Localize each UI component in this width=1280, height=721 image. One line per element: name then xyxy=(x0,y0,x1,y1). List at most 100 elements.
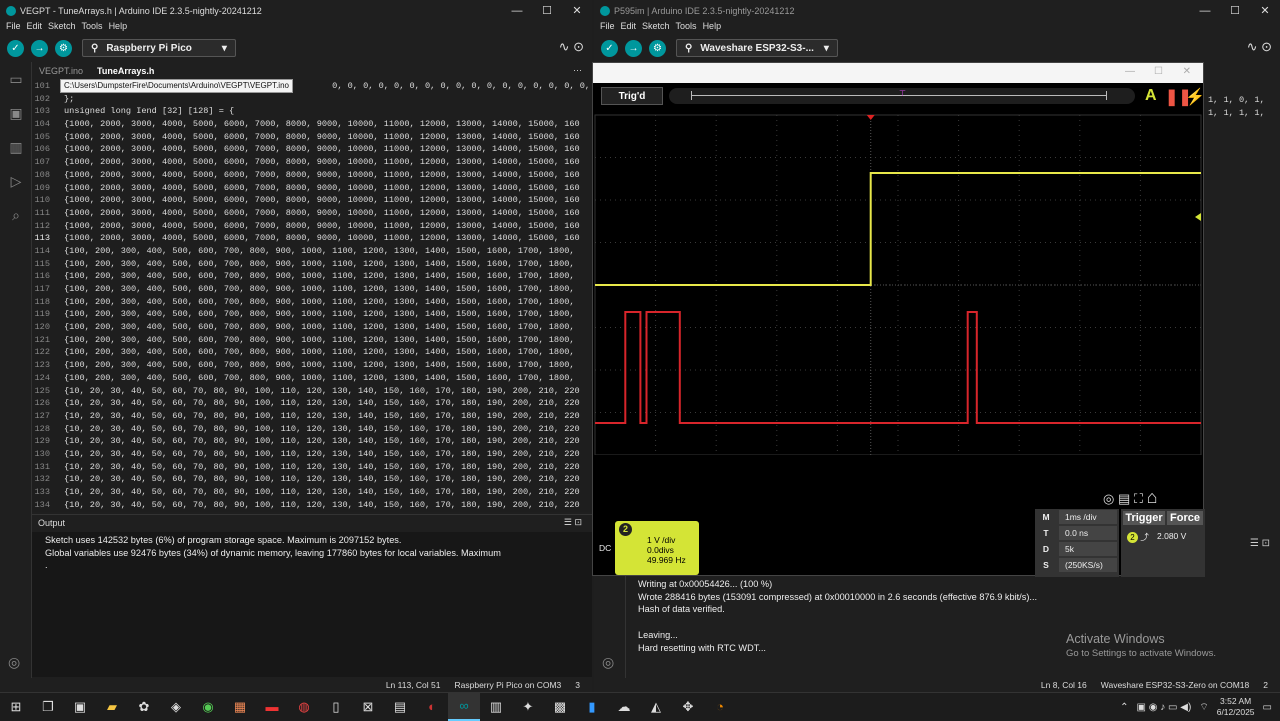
code-line[interactable]: 111 {1000, 2000, 3000, 4000, 5000, 6000, … xyxy=(32,207,592,220)
minimize-icon[interactable]: — xyxy=(1125,66,1135,77)
menu-edit[interactable]: Edit xyxy=(21,21,43,34)
app-icon[interactable]: ▣ xyxy=(64,693,96,721)
serial-plotter-icon[interactable]: ∿ ⊙ xyxy=(1247,39,1272,55)
cursor-position[interactable]: Ln 8, Col 16 xyxy=(1041,680,1087,690)
library-manager-icon[interactable]: ▥ xyxy=(0,130,32,164)
code-line[interactable]: 113 {1000, 2000, 3000, 4000, 5000, 6000, … xyxy=(32,232,592,245)
debug-button[interactable]: ⚙ xyxy=(55,39,72,57)
code-line[interactable]: 107 {1000, 2000, 3000, 4000, 5000, 6000, … xyxy=(32,156,592,169)
clock[interactable]: 3:52 AM 6/12/2025 xyxy=(1217,696,1255,718)
code-line[interactable]: 120 {100, 200, 300, 400, 500, 600, 700, 8… xyxy=(32,321,592,334)
game-icon[interactable]: ✥ xyxy=(672,693,704,721)
blender-icon[interactable]: ◔ xyxy=(704,693,736,721)
trigger-button[interactable]: Trigger xyxy=(1123,511,1165,525)
app-icon[interactable]: ▬ xyxy=(256,693,288,721)
maximize-icon[interactable]: ☐ xyxy=(1220,4,1250,17)
board-port[interactable]: Raspberry Pi Pico on COM3 xyxy=(455,680,562,690)
app-icon[interactable]: ▦ xyxy=(224,693,256,721)
app-icon[interactable]: ◐ xyxy=(416,693,448,721)
chevron-up-icon[interactable]: ⌃ xyxy=(1120,702,1128,713)
verify-button[interactable]: ✓ xyxy=(601,39,618,57)
code-line[interactable]: 104 {1000, 2000, 3000, 4000, 5000, 6000, … xyxy=(32,118,592,131)
maximize-icon[interactable]: ☐ xyxy=(532,4,562,17)
clear-output-icon[interactable]: ☰ ⊡ xyxy=(564,517,582,528)
app-icon[interactable]: ▤ xyxy=(384,693,416,721)
close-icon[interactable]: ✕ xyxy=(1250,4,1280,17)
minimize-icon[interactable]: — xyxy=(502,5,532,17)
code-line[interactable]: 105 {1000, 2000, 3000, 4000, 5000, 6000, … xyxy=(32,131,592,144)
upload-button[interactable]: → xyxy=(31,39,48,57)
code-line[interactable]: 129 {10, 20, 30, 40, 50, 60, 70, 80, 90, … xyxy=(32,435,592,448)
fullscreen-icon[interactable]: ⛶ xyxy=(1134,491,1143,506)
code-line[interactable]: 123 {100, 200, 300, 400, 500, 600, 700, 8… xyxy=(32,359,592,372)
start-icon[interactable]: ⊞ xyxy=(0,693,32,721)
code-line[interactable]: 125 {10, 20, 30, 40, 50, 60, 70, 80, 90, … xyxy=(32,385,592,398)
force-button[interactable]: Force xyxy=(1167,511,1203,525)
home-icon[interactable]: ⌂ xyxy=(1147,487,1158,507)
code-line[interactable]: 133 {10, 20, 30, 40, 50, 60, 70, 80, 90, … xyxy=(32,486,592,499)
code-line[interactable]: 109 {1000, 2000, 3000, 4000, 5000, 6000, … xyxy=(32,182,592,195)
code-line[interactable]: 103 unsigned long Iend [32] [128] = { xyxy=(32,105,592,118)
app-icon[interactable]: ▩ xyxy=(544,693,576,721)
code-line[interactable]: 114 {100, 200, 300, 400, 500, 600, 700, 8… xyxy=(32,245,592,258)
more-icon[interactable]: ⋯ xyxy=(573,65,582,76)
code-line[interactable]: 102}; xyxy=(32,93,592,106)
notification-count[interactable]: 3 xyxy=(575,680,580,690)
board-selector[interactable]: ⚲ Waveshare ESP32-S3-... ▾ xyxy=(676,39,838,57)
tab-tunearrays-h[interactable]: TuneArrays.h xyxy=(90,66,161,76)
app-icon[interactable]: ⊠ xyxy=(352,693,384,721)
wifi-icon[interactable]: ⌔ xyxy=(1199,701,1208,714)
code-line[interactable]: 121 {100, 200, 300, 400, 500, 600, 700, 8… xyxy=(32,334,592,347)
code-line[interactable]: 131 {10, 20, 30, 40, 50, 60, 70, 80, 90, … xyxy=(32,461,592,474)
auto-icon[interactable]: A xyxy=(1145,87,1157,105)
output-panel-icons[interactable]: ☰ ⊡ xyxy=(1250,538,1270,549)
single-trigger-icon[interactable]: ⚡ xyxy=(1185,87,1205,107)
code-line[interactable]: 119 {100, 200, 300, 400, 500, 600, 700, 8… xyxy=(32,308,592,321)
account-icon[interactable]: ◎ xyxy=(8,654,20,671)
code-line[interactable]: 106 {1000, 2000, 3000, 4000, 5000, 6000, … xyxy=(32,143,592,156)
folder-icon[interactable]: ▭ xyxy=(0,62,32,96)
upload-button[interactable]: → xyxy=(625,39,642,57)
arduino-taskbar-icon[interactable]: ∞ xyxy=(448,692,480,721)
app-icon[interactable]: ✦ xyxy=(512,693,544,721)
tray-icons[interactable]: ▣ ◉ ♪ ▭ ◀) xyxy=(1137,702,1192,713)
account-icon[interactable]: ◎ xyxy=(602,654,614,671)
code-line[interactable]: 132 {10, 20, 30, 40, 50, 60, 70, 80, 90, … xyxy=(32,473,592,486)
menu-tools[interactable]: Tools xyxy=(76,21,103,34)
code-line[interactable]: 110 {1000, 2000, 3000, 4000, 5000, 6000, … xyxy=(32,194,592,207)
menu-sketch[interactable]: Sketch xyxy=(636,21,670,34)
minimize-icon[interactable]: — xyxy=(1190,5,1220,17)
scope-display[interactable] xyxy=(593,113,1203,455)
code-line[interactable]: 118 {100, 200, 300, 400, 500, 600, 700, 8… xyxy=(32,296,592,309)
notification-icon[interactable]: ▭ xyxy=(1263,702,1272,713)
debug-button[interactable]: ⚙ xyxy=(649,39,666,57)
code-line[interactable]: 112 {1000, 2000, 3000, 4000, 5000, 6000, … xyxy=(32,220,592,233)
search-icon[interactable]: ⌕ xyxy=(0,198,32,232)
code-line[interactable]: 122 {100, 200, 300, 400, 500, 600, 700, 8… xyxy=(32,346,592,359)
close-icon[interactable]: ✕ xyxy=(562,4,592,17)
menu-help[interactable]: Help xyxy=(697,21,722,34)
save-icon[interactable]: ▤ xyxy=(1118,491,1130,506)
menu-sketch[interactable]: Sketch xyxy=(42,21,76,34)
timebase-bar[interactable]: ⊤ xyxy=(669,88,1135,104)
code-line[interactable]: 108 {1000, 2000, 3000, 4000, 5000, 6000, … xyxy=(32,169,592,182)
menu-file[interactable]: File xyxy=(0,21,21,34)
boards-manager-icon[interactable]: ▣ xyxy=(0,96,32,130)
menu-file[interactable]: File xyxy=(594,21,615,34)
document-icon[interactable]: ▯ xyxy=(320,693,352,721)
time-offset[interactable]: 0.0 ns xyxy=(1059,526,1117,540)
app-icon[interactable]: ◉ xyxy=(192,693,224,721)
menu-edit[interactable]: Edit xyxy=(615,21,637,34)
app-icon[interactable]: ◭ xyxy=(640,693,672,721)
notification-count[interactable]: 2 xyxy=(1263,680,1268,690)
chrome-icon[interactable]: ◍ xyxy=(288,693,320,721)
time-per-div[interactable]: 1ms /div xyxy=(1059,510,1117,524)
channel-info[interactable]: 2 1 V /div 0.0divs 49.969 Hz xyxy=(615,521,699,575)
measure-icon[interactable]: ◎ xyxy=(1103,491,1114,506)
menu-help[interactable]: Help xyxy=(103,21,128,34)
verify-button[interactable]: ✓ xyxy=(7,39,24,57)
app-icon[interactable]: ▮ xyxy=(576,693,608,721)
app-icon[interactable]: ✿ xyxy=(128,693,160,721)
serial-plotter-icon[interactable]: ∿ ⊙ xyxy=(559,39,584,55)
task-view-icon[interactable]: ❐ xyxy=(32,693,64,721)
